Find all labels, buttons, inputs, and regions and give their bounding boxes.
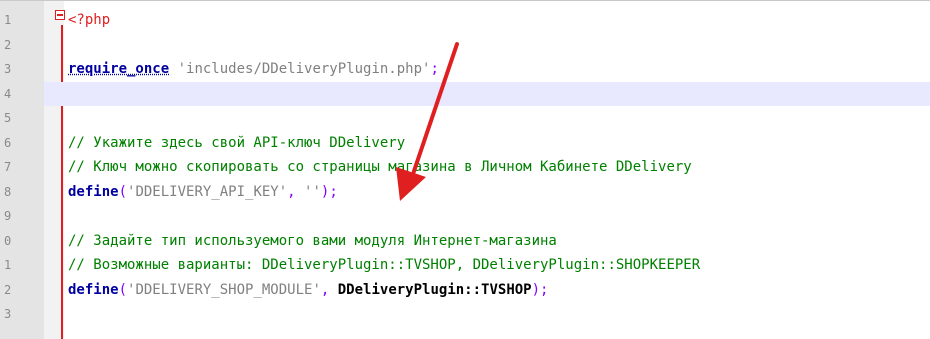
code-editor[interactable]: 1 <?php 2 3 require_once 'includes/DDelivery… [0,0,930,339]
red-arrow-annotation [396,42,459,201]
